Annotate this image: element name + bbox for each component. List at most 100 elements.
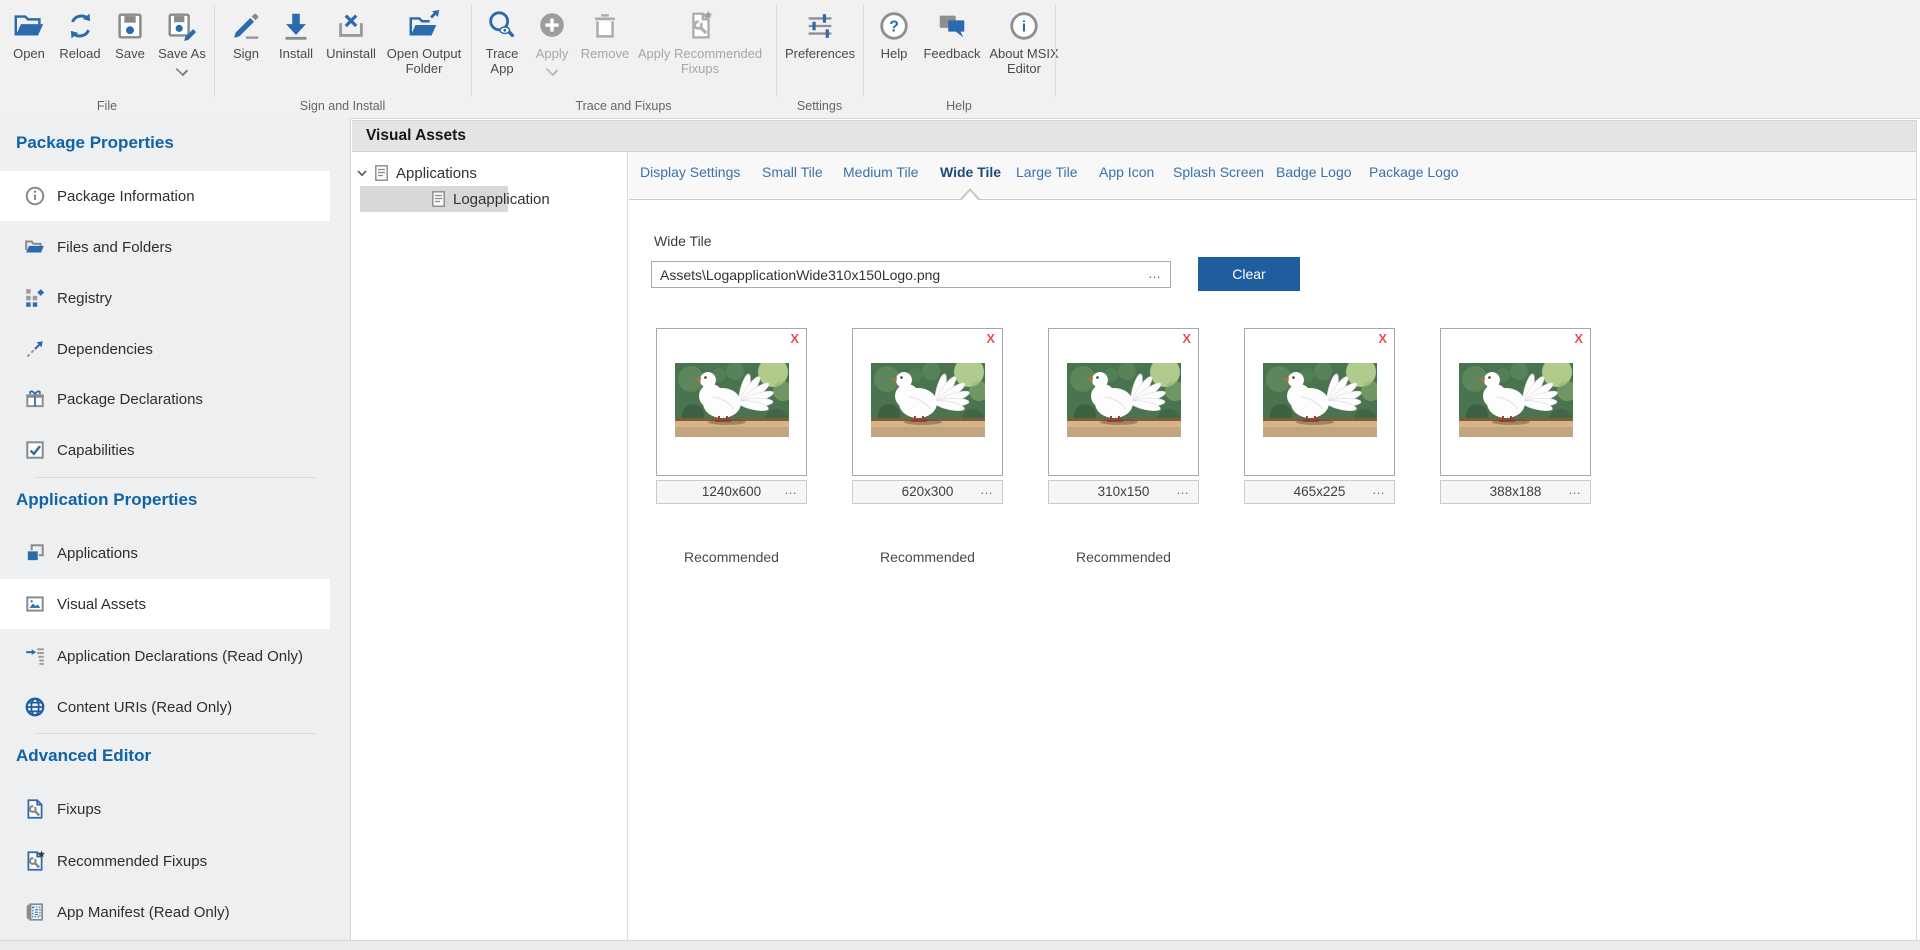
- feedback-button[interactable]: Feedback: [922, 5, 982, 61]
- about-msix-editor-button[interactable]: About MSIXEditor: [984, 5, 1064, 76]
- image-icon: [24, 593, 46, 615]
- wide-tile-image-dove: [871, 363, 985, 437]
- tile-more-button[interactable]: …: [1176, 479, 1190, 501]
- tile-preview-465x225: X: [1244, 328, 1395, 476]
- open-output-folder-button[interactable]: Open OutputFolder: [381, 5, 467, 76]
- apply-button: Apply: [528, 5, 576, 80]
- tile-size-field[interactable]: 465x225 …: [1244, 480, 1395, 504]
- tile-more-button[interactable]: …: [1568, 479, 1582, 501]
- sidebar-item-applications[interactable]: Applications: [0, 528, 330, 578]
- tab-badge-logo[interactable]: Badge Logo: [1276, 164, 1352, 180]
- tab-large-tile[interactable]: Large Tile: [1016, 164, 1077, 180]
- tile-preview-620x300: X: [852, 328, 1003, 476]
- open-output-folder-icon: [381, 5, 467, 43]
- wrench-page-star-icon: [24, 850, 46, 872]
- document-icon: [375, 165, 388, 181]
- remove-asset-button[interactable]: X: [1574, 331, 1583, 346]
- page-title: Visual Assets: [366, 127, 466, 145]
- remove-asset-button[interactable]: X: [1378, 331, 1387, 346]
- tile-more-button[interactable]: …: [980, 479, 994, 501]
- browse-button[interactable]: …: [1148, 266, 1162, 281]
- sidebar-item-label: Dependencies: [57, 341, 153, 358]
- tab-medium-tile[interactable]: Medium Tile: [843, 164, 918, 180]
- label-line-1: Trace: [486, 46, 519, 61]
- preferences-button[interactable]: Preferences: [780, 5, 860, 61]
- document-icon: [432, 191, 445, 207]
- apply-recommended-fixups-button: Apply RecommendedFixups: [622, 5, 778, 76]
- tile-preview-310x150: X: [1048, 328, 1199, 476]
- registry-icon: [24, 287, 46, 309]
- section-divider: [34, 733, 316, 734]
- uninstall-button[interactable]: Uninstall: [318, 5, 384, 61]
- horizontal-scrollbar[interactable]: [0, 940, 1920, 950]
- sidebar-item-content-uris[interactable]: Content URIs (Read Only): [0, 682, 330, 732]
- open-icon: [7, 5, 51, 43]
- arrow-list-icon: [24, 645, 46, 667]
- uninstall-icon: [318, 5, 384, 43]
- sidebar: Package Properties Package Information F…: [0, 118, 351, 940]
- remove-asset-button[interactable]: X: [790, 331, 799, 346]
- tile-size-field[interactable]: 1240x600 …: [656, 480, 807, 504]
- sidebar-item-label: Capabilities: [57, 442, 135, 459]
- sidebar-item-recommended-fixups[interactable]: Recommended Fixups: [0, 836, 330, 886]
- open-output-folder-label: Open OutputFolder: [381, 46, 467, 76]
- remove-asset-button[interactable]: X: [1182, 331, 1191, 346]
- label-line-2: Folder: [406, 61, 443, 76]
- save-as-button[interactable]: Save As: [152, 5, 212, 80]
- sidebar-item-visual-assets[interactable]: Visual Assets: [0, 579, 330, 629]
- apply-recommended-fixups-icon: [622, 5, 778, 43]
- tile-preview-1240x600: X: [656, 328, 807, 476]
- ribbon-separator: [214, 5, 215, 97]
- wide-tile-path-input[interactable]: Assets\LogapplicationWide310x150Logo.png…: [651, 261, 1171, 288]
- sidebar-item-registry[interactable]: Registry: [0, 273, 330, 323]
- sidebar-item-package-declarations[interactable]: Package Declarations: [0, 374, 330, 424]
- scroll-icon: [24, 901, 46, 923]
- tab-package-logo[interactable]: Package Logo: [1369, 164, 1459, 180]
- selected-tab-notch-fill: [961, 191, 979, 201]
- save-as-icon: [152, 5, 212, 43]
- open-button[interactable]: Open: [7, 5, 51, 61]
- sidebar-item-label: Fixups: [57, 801, 101, 818]
- tree-node-label: Applications: [396, 165, 477, 182]
- remove-asset-button[interactable]: X: [986, 331, 995, 346]
- tile-size-field[interactable]: 310x150 …: [1048, 480, 1199, 504]
- sidebar-item-package-information[interactable]: Package Information: [0, 171, 330, 221]
- help-button[interactable]: Help: [872, 5, 916, 61]
- reload-button[interactable]: Reload: [54, 5, 106, 61]
- sign-button[interactable]: Sign: [222, 5, 270, 61]
- sidebar-item-fixups[interactable]: Fixups: [0, 784, 330, 834]
- help-icon: [872, 5, 916, 43]
- tab-app-icon[interactable]: App Icon: [1099, 164, 1154, 180]
- install-button[interactable]: Install: [272, 5, 320, 61]
- sidebar-item-label: Registry: [57, 290, 112, 307]
- save-button[interactable]: Save: [108, 5, 152, 61]
- tree-node-logapplication[interactable]: Logapplication: [432, 186, 612, 212]
- chevron-down-icon[interactable]: [176, 64, 188, 76]
- tree-node-applications[interactable]: Applications: [357, 160, 617, 186]
- clear-button[interactable]: Clear: [1198, 257, 1300, 291]
- vertical-scrollbar-gutter[interactable]: [1916, 120, 1917, 940]
- wide-tile-image-dove: [675, 363, 789, 437]
- recommended-badge: Recommended: [1048, 549, 1199, 565]
- chevron-down-icon[interactable]: [357, 170, 367, 177]
- sidebar-item-app-manifest[interactable]: App Manifest (Read Only): [0, 887, 330, 937]
- sidebar-item-dependencies[interactable]: Dependencies: [0, 324, 330, 374]
- tab-small-tile[interactable]: Small Tile: [762, 164, 823, 180]
- sidebar-item-application-declarations[interactable]: Application Declarations (Read Only): [0, 631, 330, 681]
- sidebar-item-capabilities[interactable]: Capabilities: [0, 425, 330, 475]
- tile-size-field[interactable]: 388x188 …: [1440, 480, 1591, 504]
- preferences-label: Preferences: [780, 46, 860, 61]
- wide-tile-image-dove: [1263, 363, 1377, 437]
- tab-wide-tile[interactable]: Wide Tile: [940, 164, 1001, 180]
- sidebar-item-files-and-folders[interactable]: Files and Folders: [0, 222, 330, 272]
- trace-app-button[interactable]: TraceApp: [478, 5, 526, 76]
- wrench-page-icon: [24, 798, 46, 820]
- tile-more-button[interactable]: …: [784, 479, 798, 501]
- globe-icon: [24, 696, 46, 718]
- tab-display-settings[interactable]: Display Settings: [640, 164, 740, 180]
- tile-more-button[interactable]: …: [1372, 479, 1386, 501]
- ribbon-group-settings: Settings: [776, 99, 863, 113]
- tab-splash-screen[interactable]: Splash Screen: [1173, 164, 1264, 180]
- tile-size-field[interactable]: 620x300 …: [852, 480, 1003, 504]
- sidebar-item-label: Package Declarations: [57, 391, 203, 408]
